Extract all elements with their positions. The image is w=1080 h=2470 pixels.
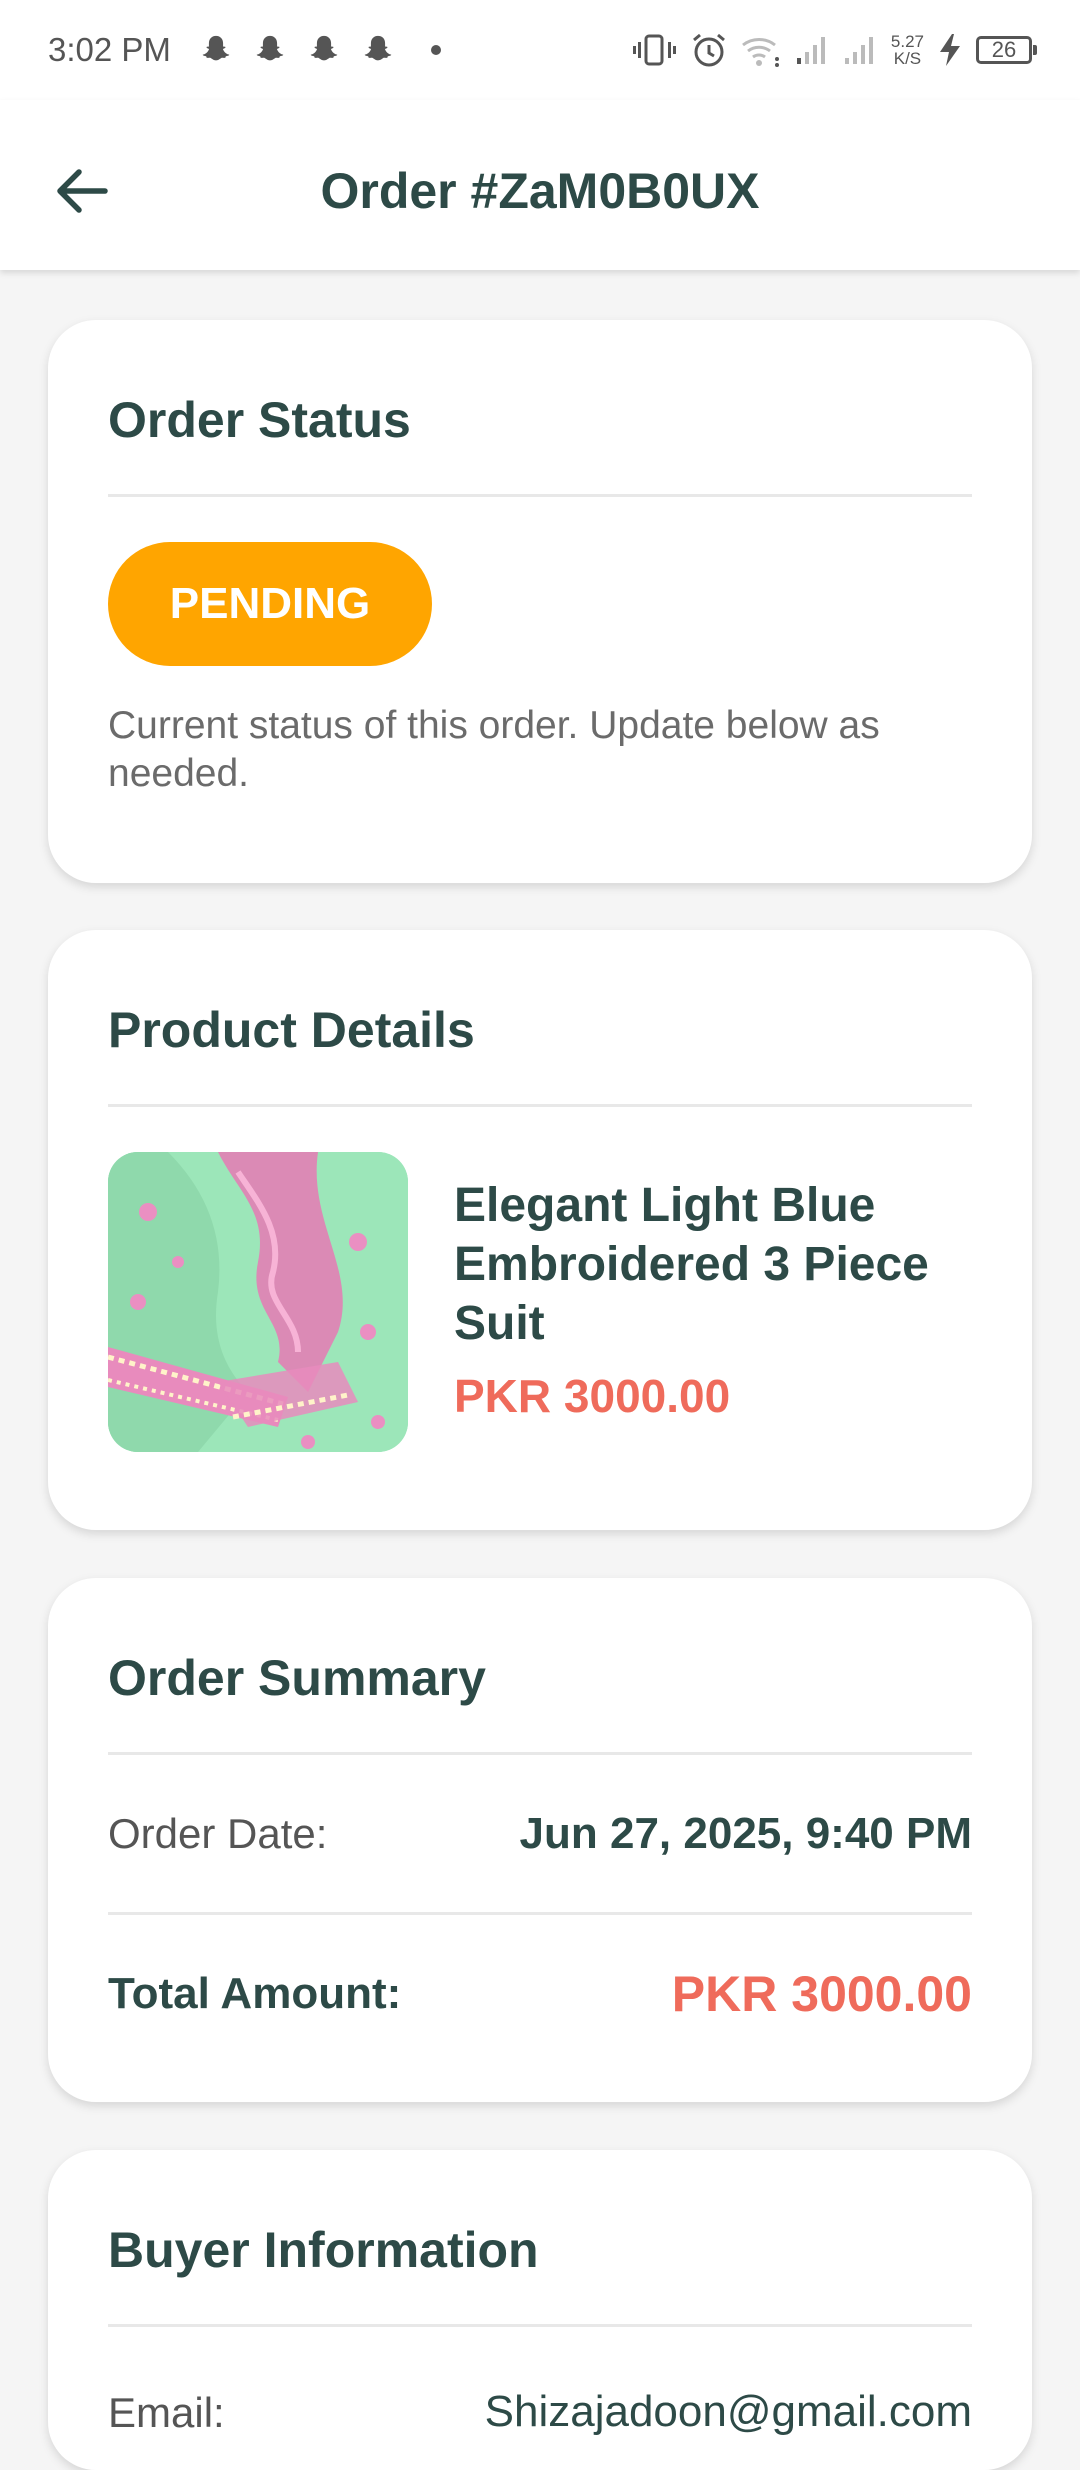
status-description: Current status of this order. Update bel… bbox=[108, 704, 880, 795]
order-date-row: Order Date: Jun 27, 2025, 9:40 PM bbox=[108, 1755, 972, 1912]
product-image bbox=[108, 1152, 408, 1452]
signal-icon-sim1 bbox=[795, 34, 829, 66]
status-icons: 5.27 K/S 26 bbox=[632, 32, 1037, 68]
product-item[interactable]: Elegant Light Blue Embroidered 3 Piece S… bbox=[108, 1152, 972, 1452]
order-summary-card: Order Summary Order Date: Jun 27, 2025, … bbox=[48, 1578, 1032, 2102]
buyer-email-label: Email: bbox=[108, 2389, 225, 2436]
buyer-information-card: Buyer Information Email: Shizajadoon@gma… bbox=[48, 2150, 1032, 2470]
order-status-card: Order Status PENDING Current status of t… bbox=[48, 320, 1032, 883]
snapchat-notification-icon bbox=[310, 35, 338, 61]
product-details-title: Product Details bbox=[108, 1002, 475, 1058]
product-info: Elegant Light Blue Embroidered 3 Piece S… bbox=[454, 1152, 972, 1452]
total-amount-label: Total Amount: bbox=[108, 1968, 402, 2018]
app-bar: Order #ZaM0B0UX bbox=[0, 100, 1080, 270]
order-summary-title: Order Summary bbox=[108, 1650, 486, 1706]
status-bar: 3:02 PM 5.27 K/S 26 bbox=[0, 0, 1080, 100]
snapchat-notification-icon bbox=[202, 35, 230, 61]
buyer-email-row: Email: Shizajadoon@gmail.com bbox=[108, 2327, 972, 2437]
order-date-label: Order Date: bbox=[108, 1809, 328, 1857]
charging-icon bbox=[938, 33, 962, 67]
signal-icon-sim2 bbox=[843, 34, 877, 66]
buyer-information-title: Buyer Information bbox=[108, 2222, 539, 2278]
order-status-title: Order Status bbox=[108, 392, 411, 448]
total-amount-row: Total Amount: PKR 3000.00 bbox=[108, 1915, 972, 2072]
status-time: 3:02 PM bbox=[48, 31, 171, 68]
more-notifications-dot-icon bbox=[430, 45, 441, 55]
product-details-card: Product Details Elegant Light Blue Embro… bbox=[48, 930, 1032, 1530]
snapchat-notification-icon bbox=[364, 35, 392, 61]
wifi-icon bbox=[741, 33, 781, 67]
divider bbox=[108, 494, 972, 497]
vibrate-icon bbox=[632, 33, 677, 67]
total-amount-value: PKR 3000.00 bbox=[671, 1965, 972, 2022]
network-speed: 5.27 K/S bbox=[890, 32, 924, 68]
snapchat-notification-icon bbox=[256, 35, 284, 61]
status-badge: PENDING bbox=[108, 542, 432, 666]
page-title: Order #ZaM0B0UX bbox=[320, 163, 760, 219]
alarm-icon bbox=[691, 32, 727, 68]
product-name: Elegant Light Blue Embroidered 3 Piece S… bbox=[454, 1179, 929, 1350]
divider bbox=[108, 1104, 972, 1107]
buyer-email-value: Shizajadoon@gmail.com bbox=[484, 2387, 972, 2436]
battery-icon: 26 bbox=[976, 36, 1037, 64]
order-date-value: Jun 27, 2025, 9:40 PM bbox=[519, 1808, 972, 1858]
product-price: PKR 3000.00 bbox=[454, 1370, 731, 1422]
